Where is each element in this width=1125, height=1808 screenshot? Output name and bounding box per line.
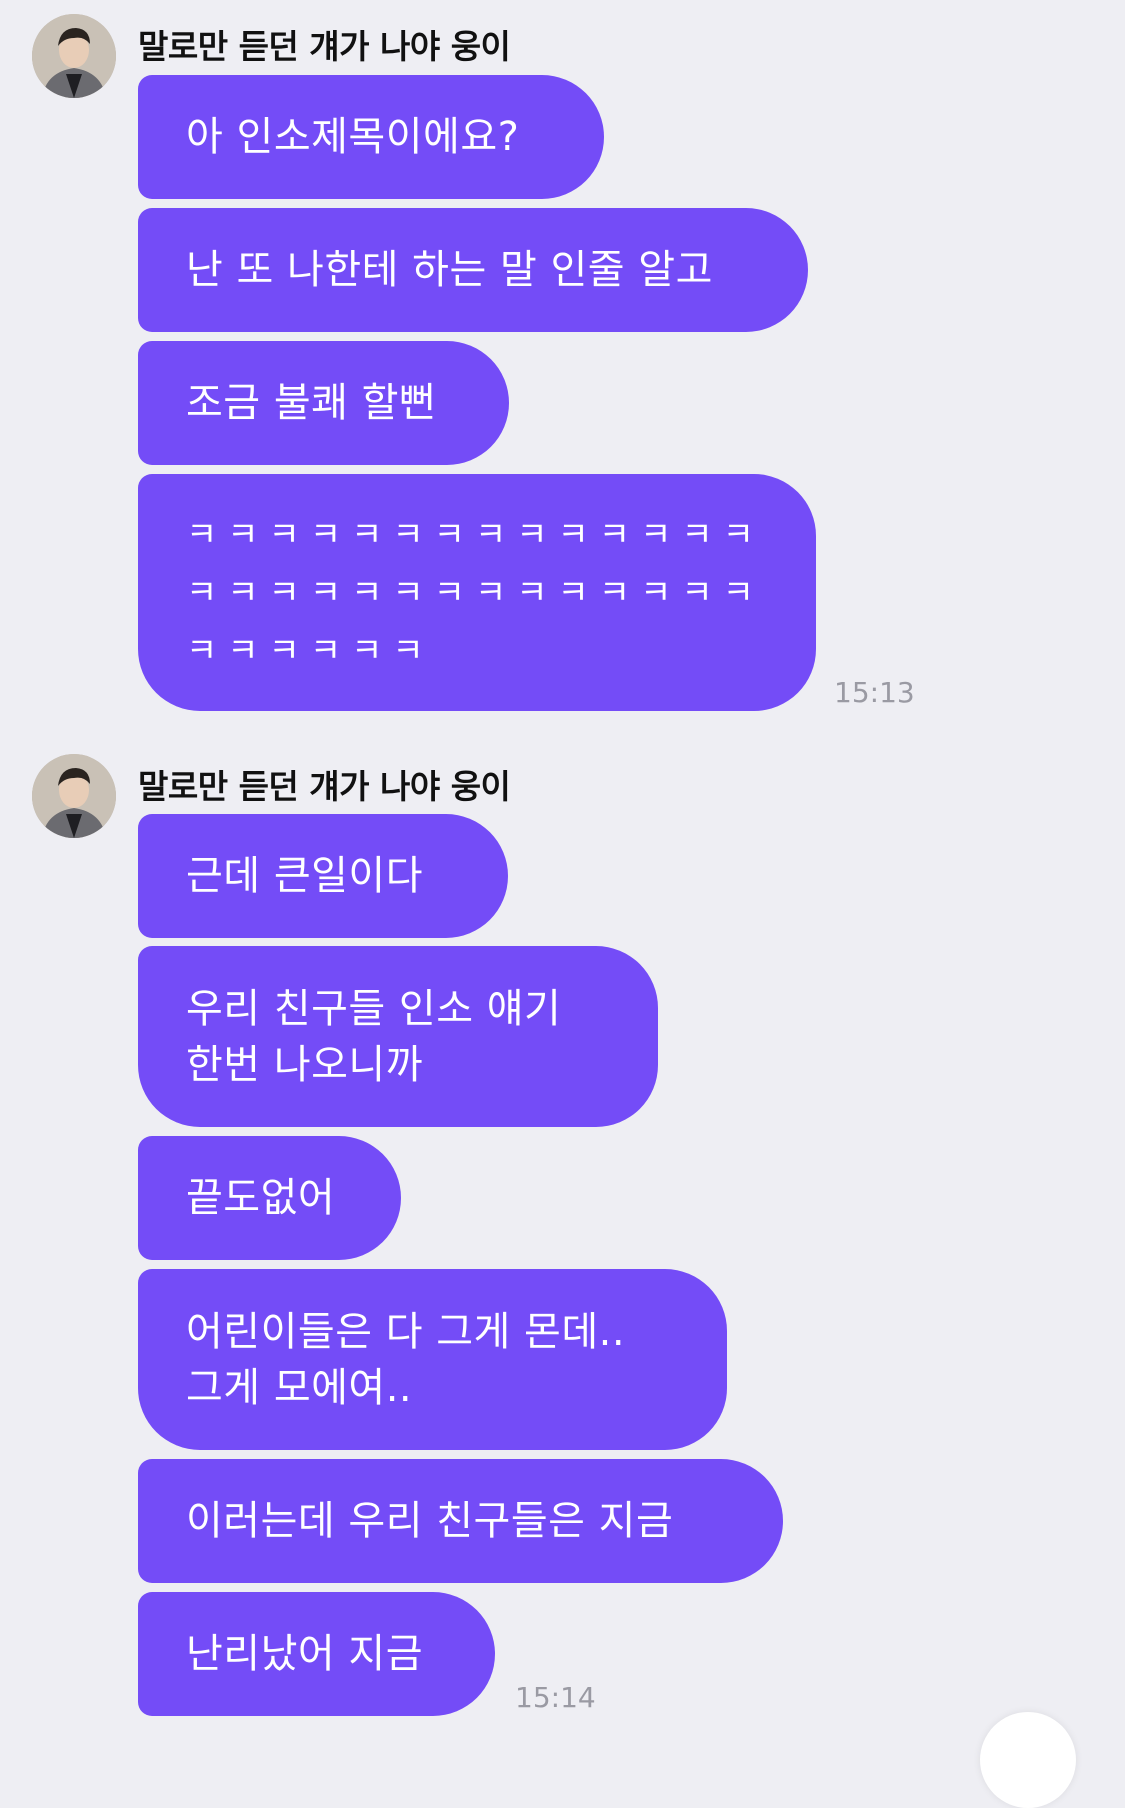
message-bubble[interactable]: 아 인소제목이에요? — [138, 75, 604, 199]
message-timestamp: 15:14 — [515, 1681, 596, 1714]
message-bubble[interactable]: ㅋㅋㅋㅋㅋㅋㅋㅋㅋㅋㅋㅋㅋㅋ ㅋㅋㅋㅋㅋㅋㅋㅋㅋㅋㅋㅋㅋㅋ ㅋㅋㅋㅋㅋㅋ — [138, 474, 816, 711]
avatar-icon — [32, 754, 116, 838]
message-line: 그게 모에여.. — [186, 1364, 413, 1411]
message-bubble[interactable]: 난 또 나한테 하는 말 인줄 알고 — [138, 208, 808, 332]
message-bubble[interactable]: 이러는데 우리 친구들은 지금 — [138, 1459, 783, 1583]
message-line: ㅋㅋㅋㅋㅋㅋㅋㅋㅋㅋㅋㅋㅋㅋ — [186, 572, 764, 613]
sender-name: 말로만 듣던 걔가 나야 웅이 — [138, 767, 511, 806]
message-bubble[interactable]: 끝도없어 — [138, 1136, 401, 1260]
message-line: 한번 나오니까 — [186, 1041, 424, 1088]
sender-name: 말로만 듣던 걔가 나야 웅이 — [138, 27, 511, 66]
avatar-icon — [32, 14, 116, 98]
message-bubble[interactable]: 난리났어 지금 — [138, 1592, 495, 1716]
message-line: 어린이들은 다 그게 몬데.. — [186, 1308, 626, 1355]
message-bubble[interactable]: 조금 불쾌 할뻔 — [138, 341, 509, 465]
message-line: ㅋㅋㅋㅋㅋㅋ — [186, 630, 434, 671]
message-bubble[interactable]: 어린이들은 다 그게 몬데.. 그게 모에여.. — [138, 1269, 727, 1450]
message-line: ㅋㅋㅋㅋㅋㅋㅋㅋㅋㅋㅋㅋㅋㅋ — [186, 514, 764, 555]
message-line: 우리 친구들 인소 얘기 — [186, 985, 562, 1032]
sender-avatar[interactable] — [32, 754, 116, 838]
message-bubble[interactable]: 우리 친구들 인소 얘기 한번 나오니까 — [138, 946, 658, 1127]
scroll-down-button[interactable] — [980, 1712, 1076, 1808]
sender-avatar[interactable] — [32, 14, 116, 98]
message-timestamp: 15:13 — [834, 676, 915, 709]
message-bubble[interactable]: 근데 큰일이다 — [138, 814, 508, 938]
